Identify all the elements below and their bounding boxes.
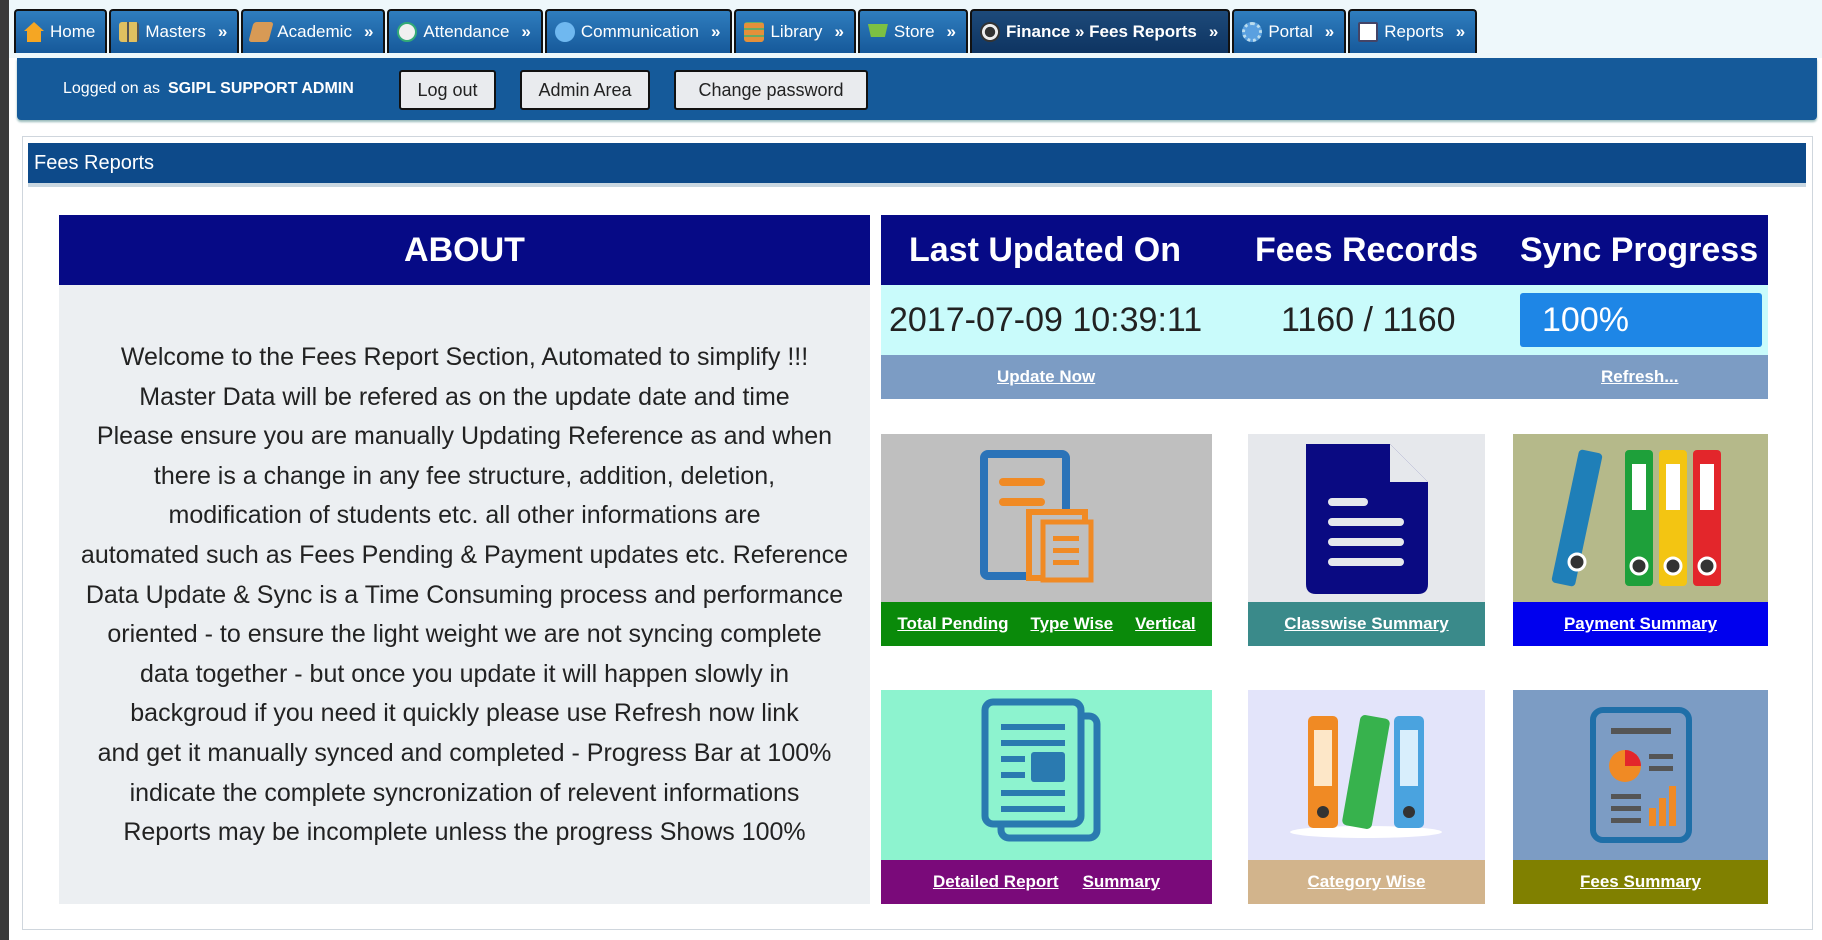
category-wise-link[interactable]: Category Wise bbox=[1308, 872, 1426, 892]
nav-tab-arrow: » bbox=[363, 22, 374, 41]
nav-tab-label: Communication bbox=[580, 22, 699, 41]
nav-tab-arrow: » bbox=[521, 22, 531, 41]
about-line: and get it manually synced and completed… bbox=[97, 738, 832, 767]
tile-payment: Payment Summary bbox=[1513, 434, 1768, 646]
stats-links: Update Now Refresh... bbox=[881, 355, 1768, 399]
nav-tab-arrow: » bbox=[834, 22, 844, 41]
nav-tab-academic[interactable]: Academic » bbox=[241, 9, 386, 53]
stats-header: Last Updated On Fees Records Sync Progre… bbox=[881, 215, 1768, 285]
nav-tab-home[interactable]: Home bbox=[14, 9, 108, 53]
nav-tab-label: Home bbox=[50, 22, 96, 41]
nav-tab-arrow: » bbox=[1455, 22, 1466, 41]
about-line: Reports may be incomplete unless the pro… bbox=[123, 818, 806, 847]
type-wise-link[interactable]: Type Wise bbox=[1030, 614, 1113, 634]
classwise-summary-link[interactable]: Classwise Summary bbox=[1284, 614, 1448, 634]
about-line: Please ensure you are manually Updating … bbox=[96, 422, 833, 451]
tile-payment-bar: Payment Summary bbox=[1513, 602, 1768, 646]
about-line: Master Data will be refered as on the up… bbox=[139, 382, 790, 411]
tile-fees-bar: Fees Summary bbox=[1513, 860, 1768, 904]
user-bar: Logged on as SGIPL SUPPORT ADMIN Log out … bbox=[17, 58, 1817, 120]
logged-on-text: Logged on as SGIPL SUPPORT ADMIN bbox=[63, 80, 354, 98]
tile-detailed-bar: Detailed Report Summary bbox=[881, 860, 1212, 904]
about-line: there is a change in any fee structure, … bbox=[153, 461, 776, 490]
update-now-link[interactable]: Update Now bbox=[997, 367, 1095, 387]
records-header: Fees Records bbox=[1255, 230, 1478, 269]
payment-summary-link[interactable]: Payment Summary bbox=[1564, 614, 1717, 634]
nav-tab-label: Attendance bbox=[423, 22, 510, 41]
detailed-report-link[interactable]: Detailed Report bbox=[933, 872, 1059, 892]
tile-category: Category Wise bbox=[1248, 690, 1485, 904]
nav-tab-arrow: » bbox=[711, 22, 721, 41]
admin-area-button[interactable]: Admin Area bbox=[520, 70, 650, 110]
nav-tab-arrow: » bbox=[946, 22, 957, 41]
fees-summary-link[interactable]: Fees Summary bbox=[1580, 872, 1701, 892]
nav-tab-label: Portal bbox=[1268, 22, 1313, 41]
finance-icon bbox=[980, 22, 1001, 42]
change-password-button[interactable]: Change password bbox=[674, 70, 868, 110]
about-line: automated such as Fees Pending & Payment… bbox=[80, 540, 849, 569]
nav-tab-label: Masters bbox=[145, 22, 206, 41]
about-line: backgroud if you need it quickly please … bbox=[130, 699, 799, 728]
nav-tab-library[interactable]: Library » bbox=[734, 9, 856, 53]
tile-detailed: Detailed Report Summary bbox=[881, 690, 1212, 904]
gear-icon bbox=[1242, 22, 1263, 42]
nav-tab-masters[interactable]: Masters » bbox=[109, 9, 240, 53]
report-icon bbox=[1358, 22, 1379, 42]
nav-tab-communication[interactable]: Communication » bbox=[544, 9, 733, 53]
tile-classwise: Classwise Summary bbox=[1248, 434, 1485, 646]
nav-tab-label: Academic bbox=[277, 22, 352, 41]
last-updated-header: Last Updated On bbox=[909, 230, 1182, 269]
about-line: data together - but once you update it w… bbox=[139, 659, 790, 688]
about-line: modification of students etc. all other … bbox=[168, 501, 761, 530]
about-line: Welcome to the Fees Report Section, Auto… bbox=[120, 343, 809, 371]
tile-category-bar: Category Wise bbox=[1248, 860, 1485, 904]
tile-pending: Total Pending Type Wise Vertical bbox=[881, 434, 1212, 646]
nav-tab-portal[interactable]: Portal » bbox=[1232, 9, 1347, 53]
records-value: 1160 / 1160 bbox=[1281, 300, 1456, 339]
refresh-link[interactable]: Refresh... bbox=[1601, 367, 1678, 387]
cart-icon bbox=[867, 24, 888, 37]
about-line: Data Update & Sync is a Time Consuming p… bbox=[85, 580, 844, 609]
about-body: Welcome to the Fees Report Section, Auto… bbox=[59, 285, 870, 904]
nav-tab-arrow: » bbox=[1208, 22, 1219, 41]
nav-tab-label: Library bbox=[770, 22, 823, 41]
main-navbar: Home Masters » Academic » Attendance » C… bbox=[14, 9, 1478, 55]
nav-tab-store[interactable]: Store » bbox=[857, 9, 969, 53]
tile-pending-bar: Total Pending Type Wise Vertical bbox=[881, 602, 1212, 646]
tile-fees: Fees Summary bbox=[1513, 690, 1768, 904]
book-icon bbox=[248, 22, 274, 42]
total-pending-link[interactable]: Total Pending bbox=[897, 614, 1008, 634]
clock-icon bbox=[397, 22, 418, 42]
panel-title: Fees Reports bbox=[28, 143, 1806, 183]
nav-tab-attendance[interactable]: Attendance » bbox=[387, 9, 543, 53]
about-text: Welcome to the Fees Report Section, Auto… bbox=[59, 338, 870, 853]
books-icon bbox=[744, 22, 765, 42]
tile-classwise-bar: Classwise Summary bbox=[1248, 602, 1485, 646]
logged-on-label: Logged on as bbox=[63, 80, 160, 97]
sync-progress-value: 100% bbox=[1542, 300, 1629, 339]
last-updated-value: 2017-07-09 10:39:11 bbox=[889, 300, 1203, 339]
logout-button[interactable]: Log out bbox=[399, 70, 496, 110]
nav-tab-arrow: » bbox=[217, 22, 228, 41]
masters-grid-icon bbox=[119, 22, 140, 42]
nav-tab-reports[interactable]: Reports » bbox=[1348, 9, 1478, 53]
sync-progress-bar: 100% bbox=[1520, 293, 1762, 347]
summary-link[interactable]: Summary bbox=[1083, 872, 1160, 892]
user-name: SGIPL SUPPORT ADMIN bbox=[167, 80, 354, 97]
about-line: oriented - to ensure the light weight we… bbox=[107, 620, 822, 649]
home-icon bbox=[24, 22, 44, 42]
window-left-edge bbox=[0, 0, 9, 940]
phone-icon bbox=[554, 22, 575, 42]
nav-tab-label: Finance » Fees Reports bbox=[1006, 22, 1197, 41]
vertical-link[interactable]: Vertical bbox=[1135, 614, 1196, 634]
nav-tab-label: Reports bbox=[1384, 22, 1444, 41]
nav-tab-finance-fees-reports[interactable]: Finance » Fees Reports » bbox=[970, 9, 1231, 53]
sync-progress-header: Sync Progress bbox=[1520, 230, 1759, 269]
about-line: indicate the complete syncronization of … bbox=[129, 778, 800, 807]
stats-values: 2017-07-09 10:39:11 1160 / 1160 100% bbox=[881, 285, 1768, 355]
nav-tab-arrow: » bbox=[1324, 22, 1335, 41]
nav-tab-label: Store bbox=[893, 22, 935, 41]
about-heading: ABOUT bbox=[59, 215, 870, 285]
